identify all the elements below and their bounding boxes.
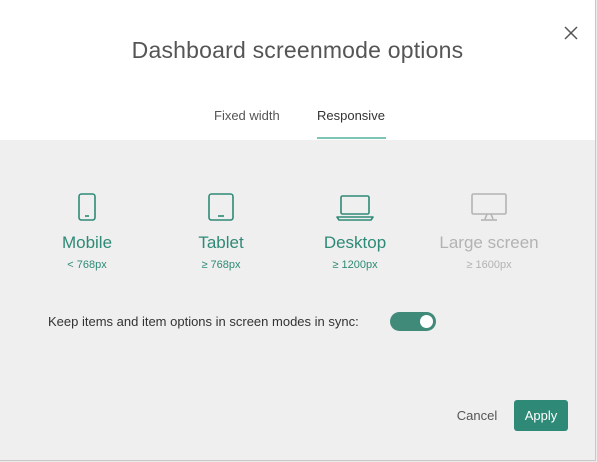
- mode-desktop-size: ≥ 1200px: [332, 259, 378, 271]
- mode-tablet[interactable]: Tablet ≥ 768px: [161, 192, 281, 272]
- mode-tablet-label: Tablet: [198, 233, 244, 252]
- tab-fixed-width[interactable]: Fixed width: [214, 100, 280, 140]
- mode-desktop-label: Desktop: [323, 233, 387, 252]
- mode-large-screen: Large screen ≥ 1600px: [429, 192, 549, 272]
- mode-desktop[interactable]: Desktop ≥ 1200px: [295, 192, 415, 272]
- close-button[interactable]: [560, 22, 582, 44]
- sync-label: Keep items and item options in screen mo…: [48, 314, 359, 329]
- apply-button[interactable]: Apply: [514, 400, 568, 431]
- active-tab-indicator: [317, 137, 386, 139]
- mobile-phone-icon: [78, 193, 96, 221]
- laptop-icon: [336, 195, 374, 221]
- mode-mobile[interactable]: Mobile < 768px: [27, 192, 147, 272]
- toggle-knob: [420, 315, 433, 328]
- close-icon: [564, 26, 578, 40]
- cancel-button[interactable]: Cancel: [448, 404, 506, 428]
- tab-bar: Fixed width Responsive: [0, 100, 595, 140]
- dialog-header: Dashboard screenmode options Fixed width…: [0, 0, 595, 140]
- mode-mobile-label: Mobile: [61, 233, 113, 252]
- tablet-icon: [208, 193, 234, 221]
- sync-toggle[interactable]: [390, 312, 436, 331]
- mode-large-screen-label: Large screen: [439, 233, 539, 252]
- tab-responsive[interactable]: Responsive: [317, 100, 385, 140]
- screenmode-options-dialog: Dashboard screenmode options Fixed width…: [0, 0, 596, 461]
- monitor-icon: [471, 193, 507, 221]
- dialog-title: Dashboard screenmode options: [131, 37, 464, 63]
- mode-tablet-size: ≥ 768px: [201, 259, 241, 271]
- mode-large-screen-size: ≥ 1600px: [466, 259, 512, 271]
- mode-mobile-size: < 768px: [67, 259, 107, 271]
